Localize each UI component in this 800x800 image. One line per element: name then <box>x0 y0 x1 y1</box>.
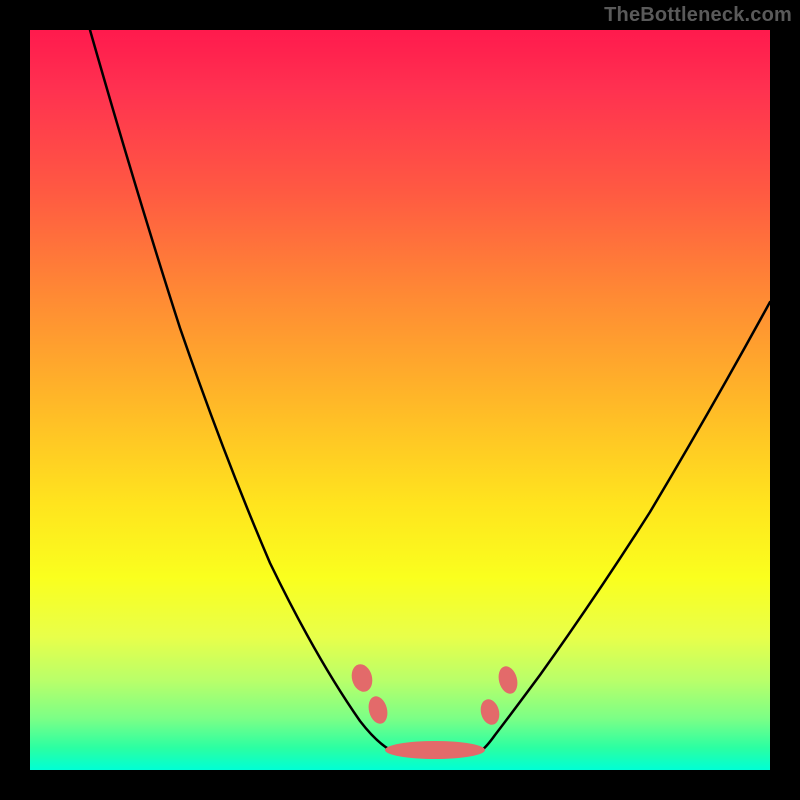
plot-area <box>30 30 770 770</box>
right-curve <box>482 302 770 750</box>
curve-layer <box>30 30 770 770</box>
attribution-label: TheBottleneck.com <box>604 4 792 27</box>
left-curve <box>90 30 390 750</box>
blob-bottom <box>385 741 485 759</box>
chart-frame: TheBottleneck.com <box>0 0 800 800</box>
